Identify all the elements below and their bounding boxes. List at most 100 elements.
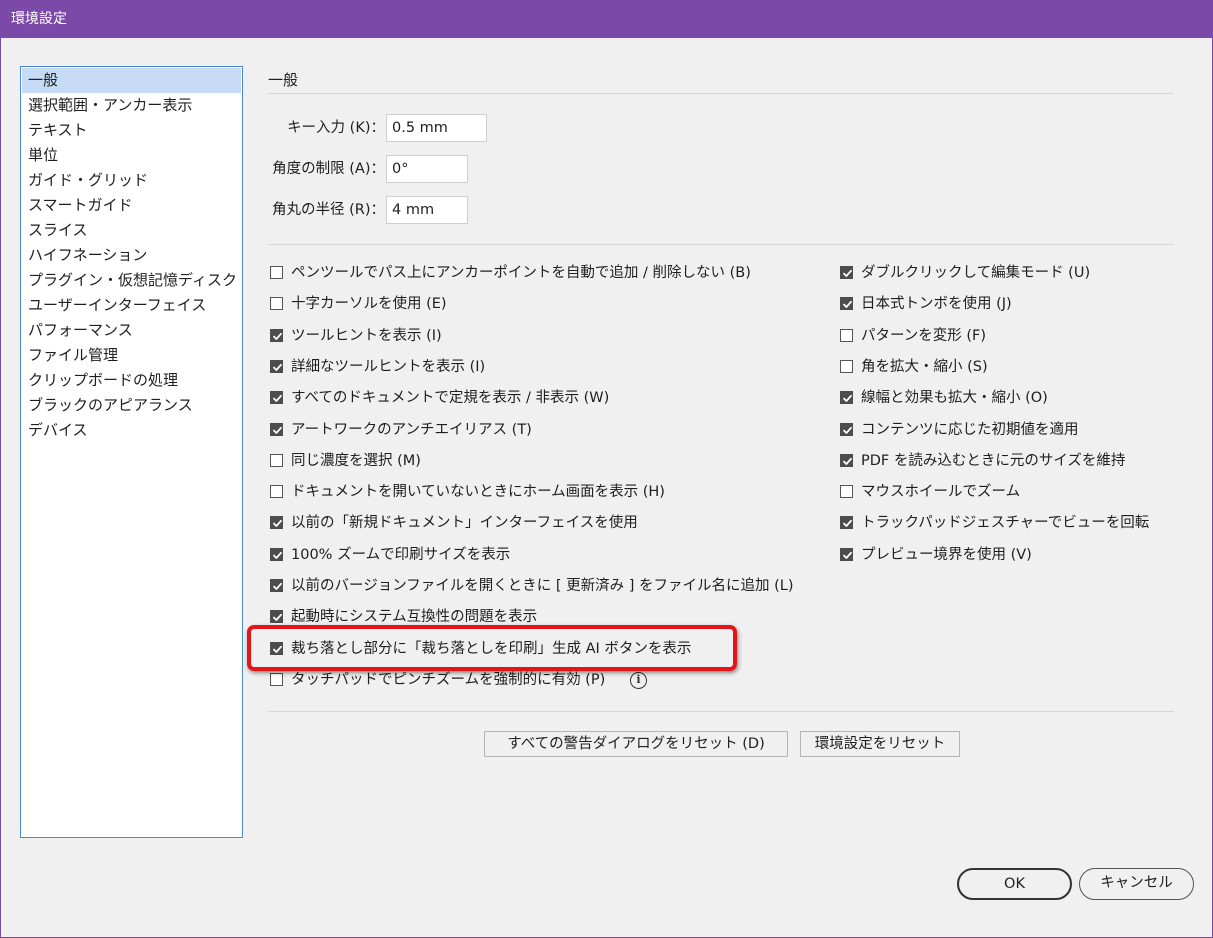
sidebar-item-guides-grid[interactable]: ガイド・グリッド (22, 168, 241, 193)
option-checkbox-row[interactable]: ツールヒントを表示 (I) (270, 326, 830, 348)
option-checkbox-row[interactable]: 以前の「新規ドキュメント」インターフェイスを使用 (270, 513, 830, 535)
checkmark-icon (843, 457, 852, 465)
checkbox[interactable] (270, 422, 283, 436)
sidebar-item-user-interface[interactable]: ユーザーインターフェイス (22, 293, 241, 318)
option-label: 詳細なツールヒントを表示 (I) (291, 358, 486, 375)
option-label: 以前のバージョンファイルを開くときに [ 更新済み ] をファイル名に追加 (L… (291, 578, 794, 594)
option-checkbox-row[interactable]: ドキュメントを開いていないときにホーム画面を表示 (H) (270, 482, 830, 504)
option-checkbox-row[interactable]: 十字カーソルを使用 (E) (270, 294, 830, 316)
checkbox[interactable] (270, 297, 283, 311)
checkbox[interactable] (270, 579, 283, 592)
option-label: アートワークのアンチエイリアス (T) (291, 421, 532, 438)
key-input-field[interactable]: 0.5 mm (386, 114, 487, 142)
option-label: 十字カーソルを使用 (E) (291, 296, 447, 313)
checkbox[interactable] (840, 359, 853, 373)
sidebar-item-black-appearance[interactable]: ブラックのアピアランス (22, 393, 241, 418)
sidebar-item-slices[interactable]: スライス (22, 218, 241, 243)
checkbox[interactable] (840, 297, 853, 311)
checkbox[interactable] (270, 359, 283, 373)
option-label: 日本式トンボを使用 (J) (861, 296, 1012, 313)
option-checkbox-row[interactable]: 角を拡大・縮小 (S) (840, 357, 1213, 379)
sidebar-item-devices[interactable]: デバイス (22, 418, 241, 443)
checkbox[interactable] (840, 485, 853, 499)
cancel-button[interactable]: キャンセル (1079, 868, 1194, 900)
option-label: 同じ濃度を選択 (M) (291, 452, 421, 469)
option-checkbox-row[interactable]: 日本式トンボを使用 (J) (840, 294, 1213, 316)
option-label: ダブルクリックして編集モード (U) (861, 265, 1091, 281)
checkbox[interactable] (840, 516, 853, 530)
checkmark-icon (273, 363, 282, 371)
option-checkbox-row[interactable]: 同じ濃度を選択 (M) (270, 451, 830, 473)
checkbox[interactable] (840, 422, 853, 436)
option-checkbox-row[interactable]: PDF を読み込むときに元のサイズを維持 (840, 451, 1213, 473)
option-label: マウスホイールでズーム (861, 484, 1021, 501)
checkbox[interactable] (270, 328, 283, 342)
checkbox[interactable] (270, 610, 283, 624)
checkmark-icon (843, 269, 852, 277)
reset-warnings-button[interactable]: すべての警告ダイアログをリセット (D) (484, 731, 788, 757)
option-checkbox-row[interactable]: タッチパッドでピンチズームを強制的に有効 (P) (270, 670, 830, 692)
checkmark-icon (273, 582, 282, 590)
ok-button[interactable]: OK (957, 868, 1072, 900)
option-checkbox-row[interactable]: トラックパッドジェスチャーでビューを回転 (840, 513, 1213, 535)
checkmark-icon (273, 614, 282, 622)
option-checkbox-row[interactable]: アートワークのアンチエイリアス (T) (270, 420, 830, 442)
highlight-annotation (247, 625, 737, 671)
sidebar-item-hyphenation[interactable]: ハイフネーション (22, 243, 241, 268)
checkbox[interactable] (840, 391, 853, 405)
checkbox[interactable] (270, 485, 283, 499)
option-checkbox-row[interactable]: プレビュー境界を使用 (V) (840, 545, 1213, 567)
checkmark-icon (843, 426, 852, 434)
option-checkbox-row[interactable]: ペンツールでパス上にアンカーポイントを自動で追加 / 削除しない (B) (270, 263, 830, 285)
option-label: パターンを変形 (F) (861, 327, 987, 344)
option-checkbox-row[interactable]: 詳細なツールヒントを表示 (I) (270, 357, 830, 379)
checkbox[interactable] (840, 328, 853, 342)
corner-radius-field[interactable]: 4 mm (386, 196, 468, 224)
option-checkbox-row[interactable]: 線幅と効果も拡大・縮小 (O) (840, 388, 1213, 410)
checkbox[interactable] (270, 547, 283, 561)
checkmark-icon (273, 551, 282, 559)
category-list[interactable]: 一般 選択範囲・アンカー表示 テキスト 単位 ガイド・グリッド スマートガイド … (20, 66, 243, 838)
checkbox[interactable] (840, 266, 853, 279)
sidebar-item-general[interactable]: 一般 (22, 68, 241, 93)
checkmark-icon (273, 332, 282, 340)
sidebar-item-file-handling[interactable]: ファイル管理 (22, 343, 241, 368)
checkmark-icon (273, 395, 282, 403)
divider (268, 93, 1174, 94)
option-checkbox-row[interactable]: マウスホイールでズーム (840, 482, 1213, 504)
reset-preferences-button[interactable]: 環境設定をリセット (800, 731, 960, 757)
option-label: トラックパッドジェスチャーでビューを回転 (861, 515, 1150, 532)
checkbox[interactable] (270, 516, 283, 530)
checkbox[interactable] (840, 547, 853, 561)
option-label: 角を拡大・縮小 (S) (861, 358, 988, 375)
option-label: 以前の「新規ドキュメント」インターフェイスを使用 (291, 515, 638, 532)
checkbox[interactable] (840, 453, 853, 467)
option-label: 線幅と効果も拡大・縮小 (O) (861, 390, 1048, 407)
checkbox[interactable] (270, 266, 283, 279)
angle-row: 角度の制限 (A)： 0° (268, 155, 468, 183)
info-icon[interactable]: i (630, 672, 647, 689)
checkbox[interactable] (270, 672, 283, 686)
checkbox[interactable] (270, 391, 283, 405)
sidebar-item-text[interactable]: テキスト (22, 118, 241, 143)
option-checkbox-row[interactable]: ダブルクリックして編集モード (U) (840, 263, 1213, 285)
sidebar-item-units[interactable]: 単位 (22, 143, 241, 168)
option-label: PDF を読み込むときに元のサイズを維持 (861, 452, 1126, 469)
checkbox[interactable] (270, 453, 283, 467)
option-label: ペンツールでパス上にアンカーポイントを自動で追加 / 削除しない (B) (291, 265, 751, 281)
corner-radius-row: 角丸の半径 (R)： 4 mm (268, 196, 468, 224)
option-label: プレビュー境界を使用 (V) (861, 546, 1032, 563)
option-checkbox-row[interactable]: 100% ズームで印刷サイズを表示 (270, 545, 830, 567)
angle-field[interactable]: 0° (386, 155, 468, 183)
sidebar-item-clipboard[interactable]: クリップボードの処理 (22, 368, 241, 393)
sidebar-item-performance[interactable]: パフォーマンス (22, 318, 241, 343)
angle-label: 角度の制限 (A)： (272, 161, 385, 177)
sidebar-item-selection-anchor[interactable]: 選択範囲・アンカー表示 (22, 93, 241, 118)
option-checkbox-row[interactable]: すべてのドキュメントで定規を表示 / 非表示 (W) (270, 388, 830, 410)
sidebar-item-smart-guides[interactable]: スマートガイド (22, 193, 241, 218)
sidebar-item-plugins-scratch[interactable]: プラグイン・仮想記憶ディスク (22, 268, 241, 293)
option-checkbox-row[interactable]: パターンを変形 (F) (840, 326, 1213, 348)
checkmark-icon (273, 426, 282, 434)
option-checkbox-row[interactable]: 以前のバージョンファイルを開くときに [ 更新済み ] をファイル名に追加 (L… (270, 576, 830, 598)
option-checkbox-row[interactable]: コンテンツに応じた初期値を適用 (840, 420, 1213, 442)
